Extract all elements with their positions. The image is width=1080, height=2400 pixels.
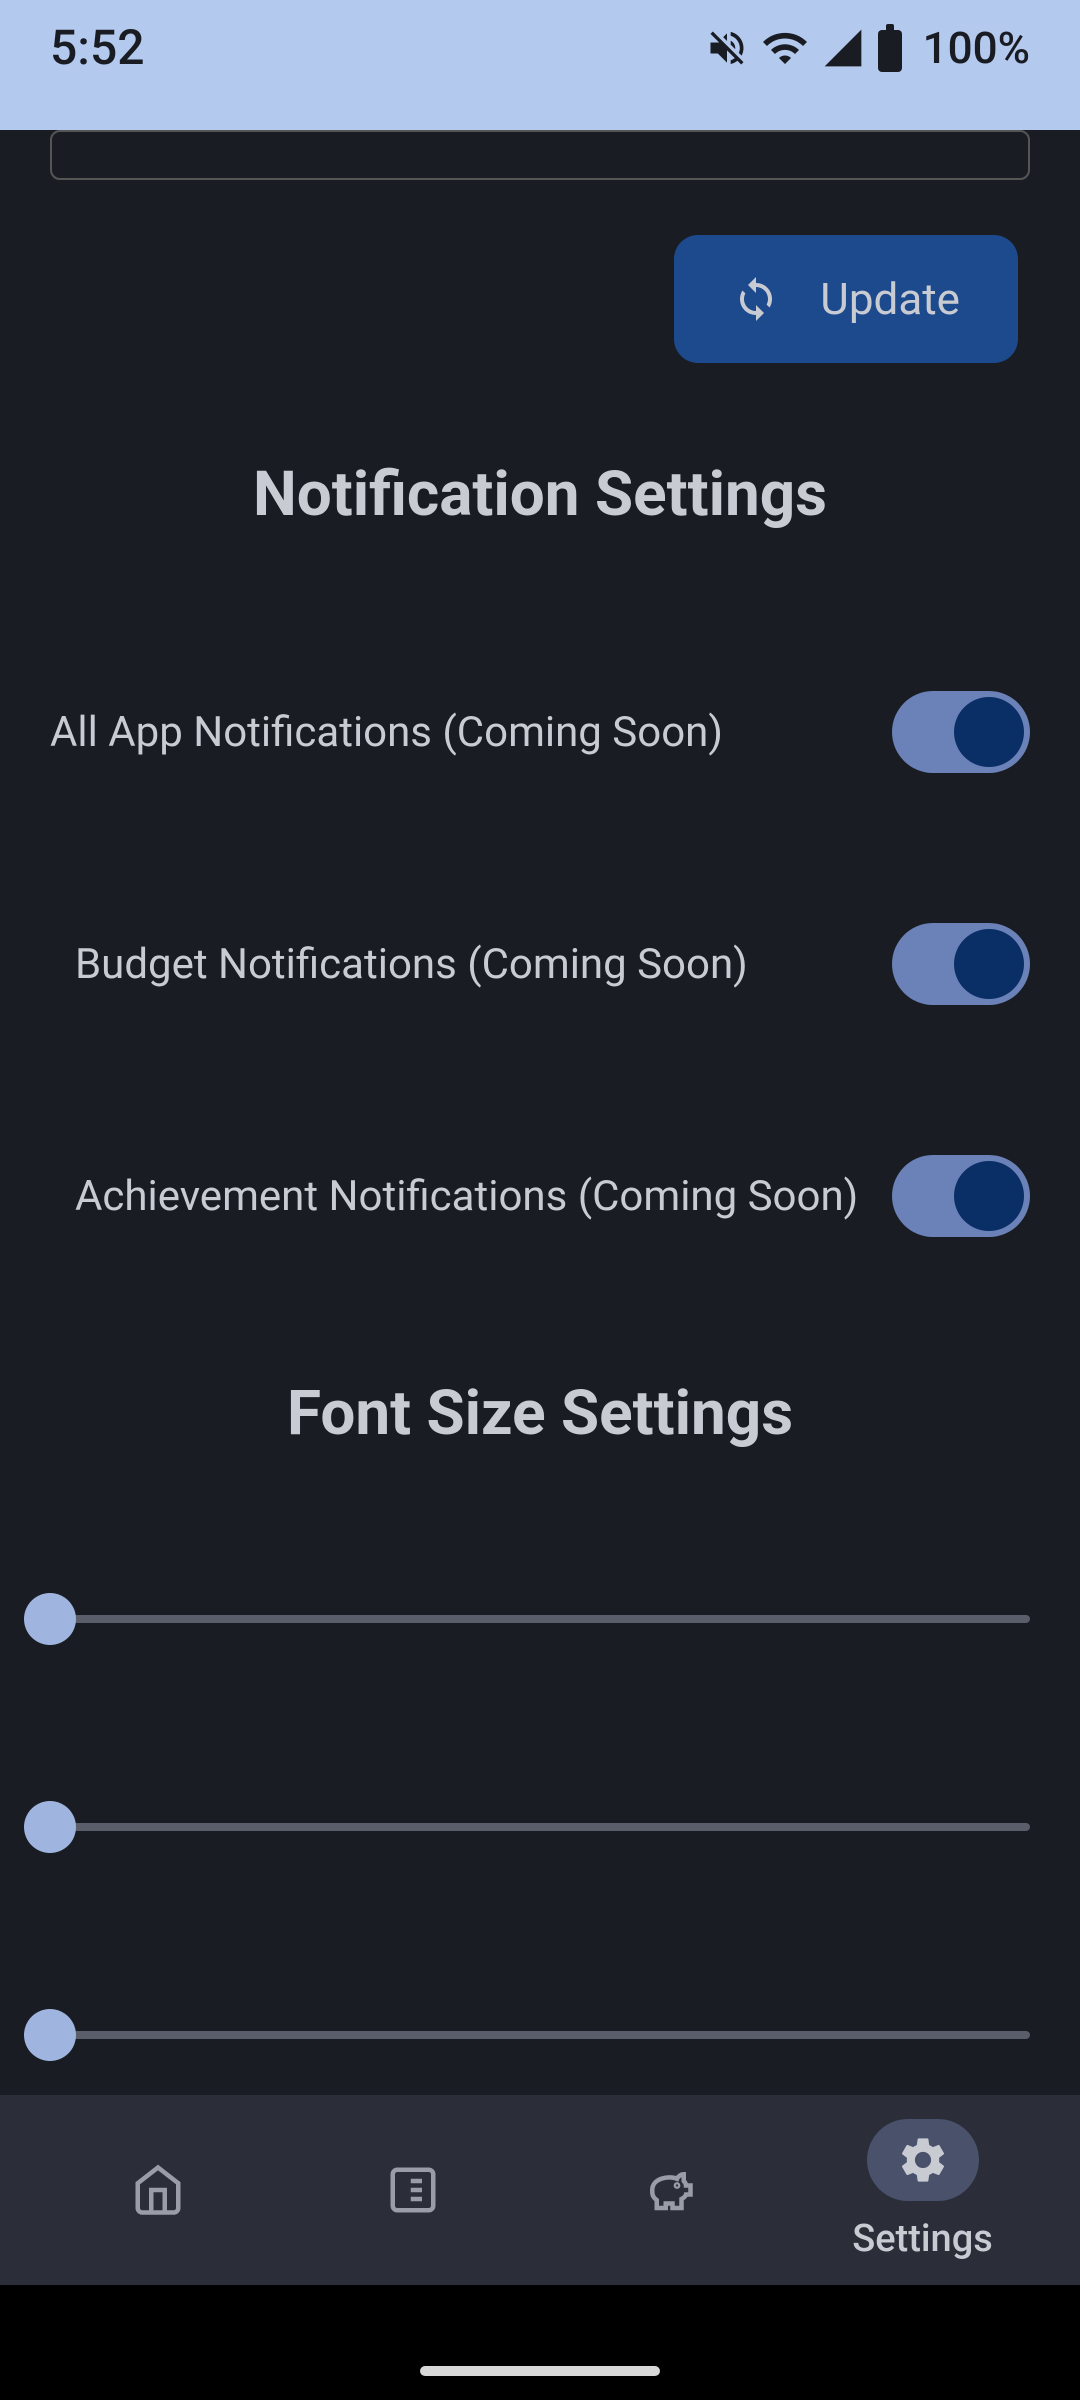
home-indicator[interactable]	[420, 2366, 660, 2376]
update-label: Update	[820, 273, 960, 325]
refresh-icon	[732, 275, 780, 323]
home-icon	[131, 2163, 185, 2217]
slider-row-3	[50, 2031, 1030, 2039]
slider-row-2	[50, 1823, 1030, 1831]
toggle-budget-notifications: Budget Notifications (Coming Soon)	[50, 923, 1030, 1005]
mute-icon	[705, 26, 749, 70]
notification-settings-heading: Notification Settings	[50, 458, 1030, 531]
toggle-label: Achievement Notifications (Coming Soon)	[75, 1172, 858, 1221]
wifi-icon	[761, 24, 809, 72]
slider-thumb[interactable]	[24, 2009, 76, 2061]
battery-icon	[877, 24, 903, 72]
piggy-bank-icon	[641, 2163, 695, 2217]
update-row: Update	[50, 235, 1018, 363]
nav-home[interactable]	[73, 2149, 243, 2231]
nav-settings[interactable]: Settings	[838, 2119, 1008, 2261]
nav-savings[interactable]	[583, 2149, 753, 2231]
nav-label-settings: Settings	[852, 2217, 993, 2261]
battery-percent: 100%	[923, 22, 1030, 74]
slider-row-1	[50, 1615, 1030, 1623]
nav-list[interactable]	[328, 2149, 498, 2231]
toggle-label: All App Notifications (Coming Soon)	[50, 708, 723, 757]
toggle-achievement-notifications: Achievement Notifications (Coming Soon)	[50, 1155, 1030, 1237]
system-nav	[0, 2285, 1080, 2400]
toggle-all-notifications: All App Notifications (Coming Soon)	[50, 691, 1030, 773]
toggle-switch-all[interactable]	[892, 691, 1030, 773]
status-bar: 5:52 100%	[0, 0, 1080, 130]
slider-3[interactable]	[50, 2031, 1030, 2039]
status-icons: 100%	[705, 22, 1030, 74]
toggle-switch-achievement[interactable]	[892, 1155, 1030, 1237]
slider-thumb[interactable]	[24, 1593, 76, 1645]
slider-2[interactable]	[50, 1823, 1030, 1831]
gear-icon	[896, 2133, 950, 2187]
font-size-settings-heading: Font Size Settings	[50, 1377, 1030, 1450]
signal-icon	[821, 26, 865, 70]
toggle-label: Budget Notifications (Coming Soon)	[75, 940, 748, 989]
toggle-switch-budget[interactable]	[892, 923, 1030, 1005]
input-field[interactable]	[50, 130, 1030, 180]
content: Update Notification Settings All App Not…	[0, 130, 1080, 2247]
list-icon	[386, 2163, 440, 2217]
bottom-nav: Settings	[0, 2095, 1080, 2285]
update-button[interactable]: Update	[674, 235, 1018, 363]
status-time: 5:52	[50, 19, 145, 76]
slider-thumb[interactable]	[24, 1801, 76, 1853]
slider-1[interactable]	[50, 1615, 1030, 1623]
